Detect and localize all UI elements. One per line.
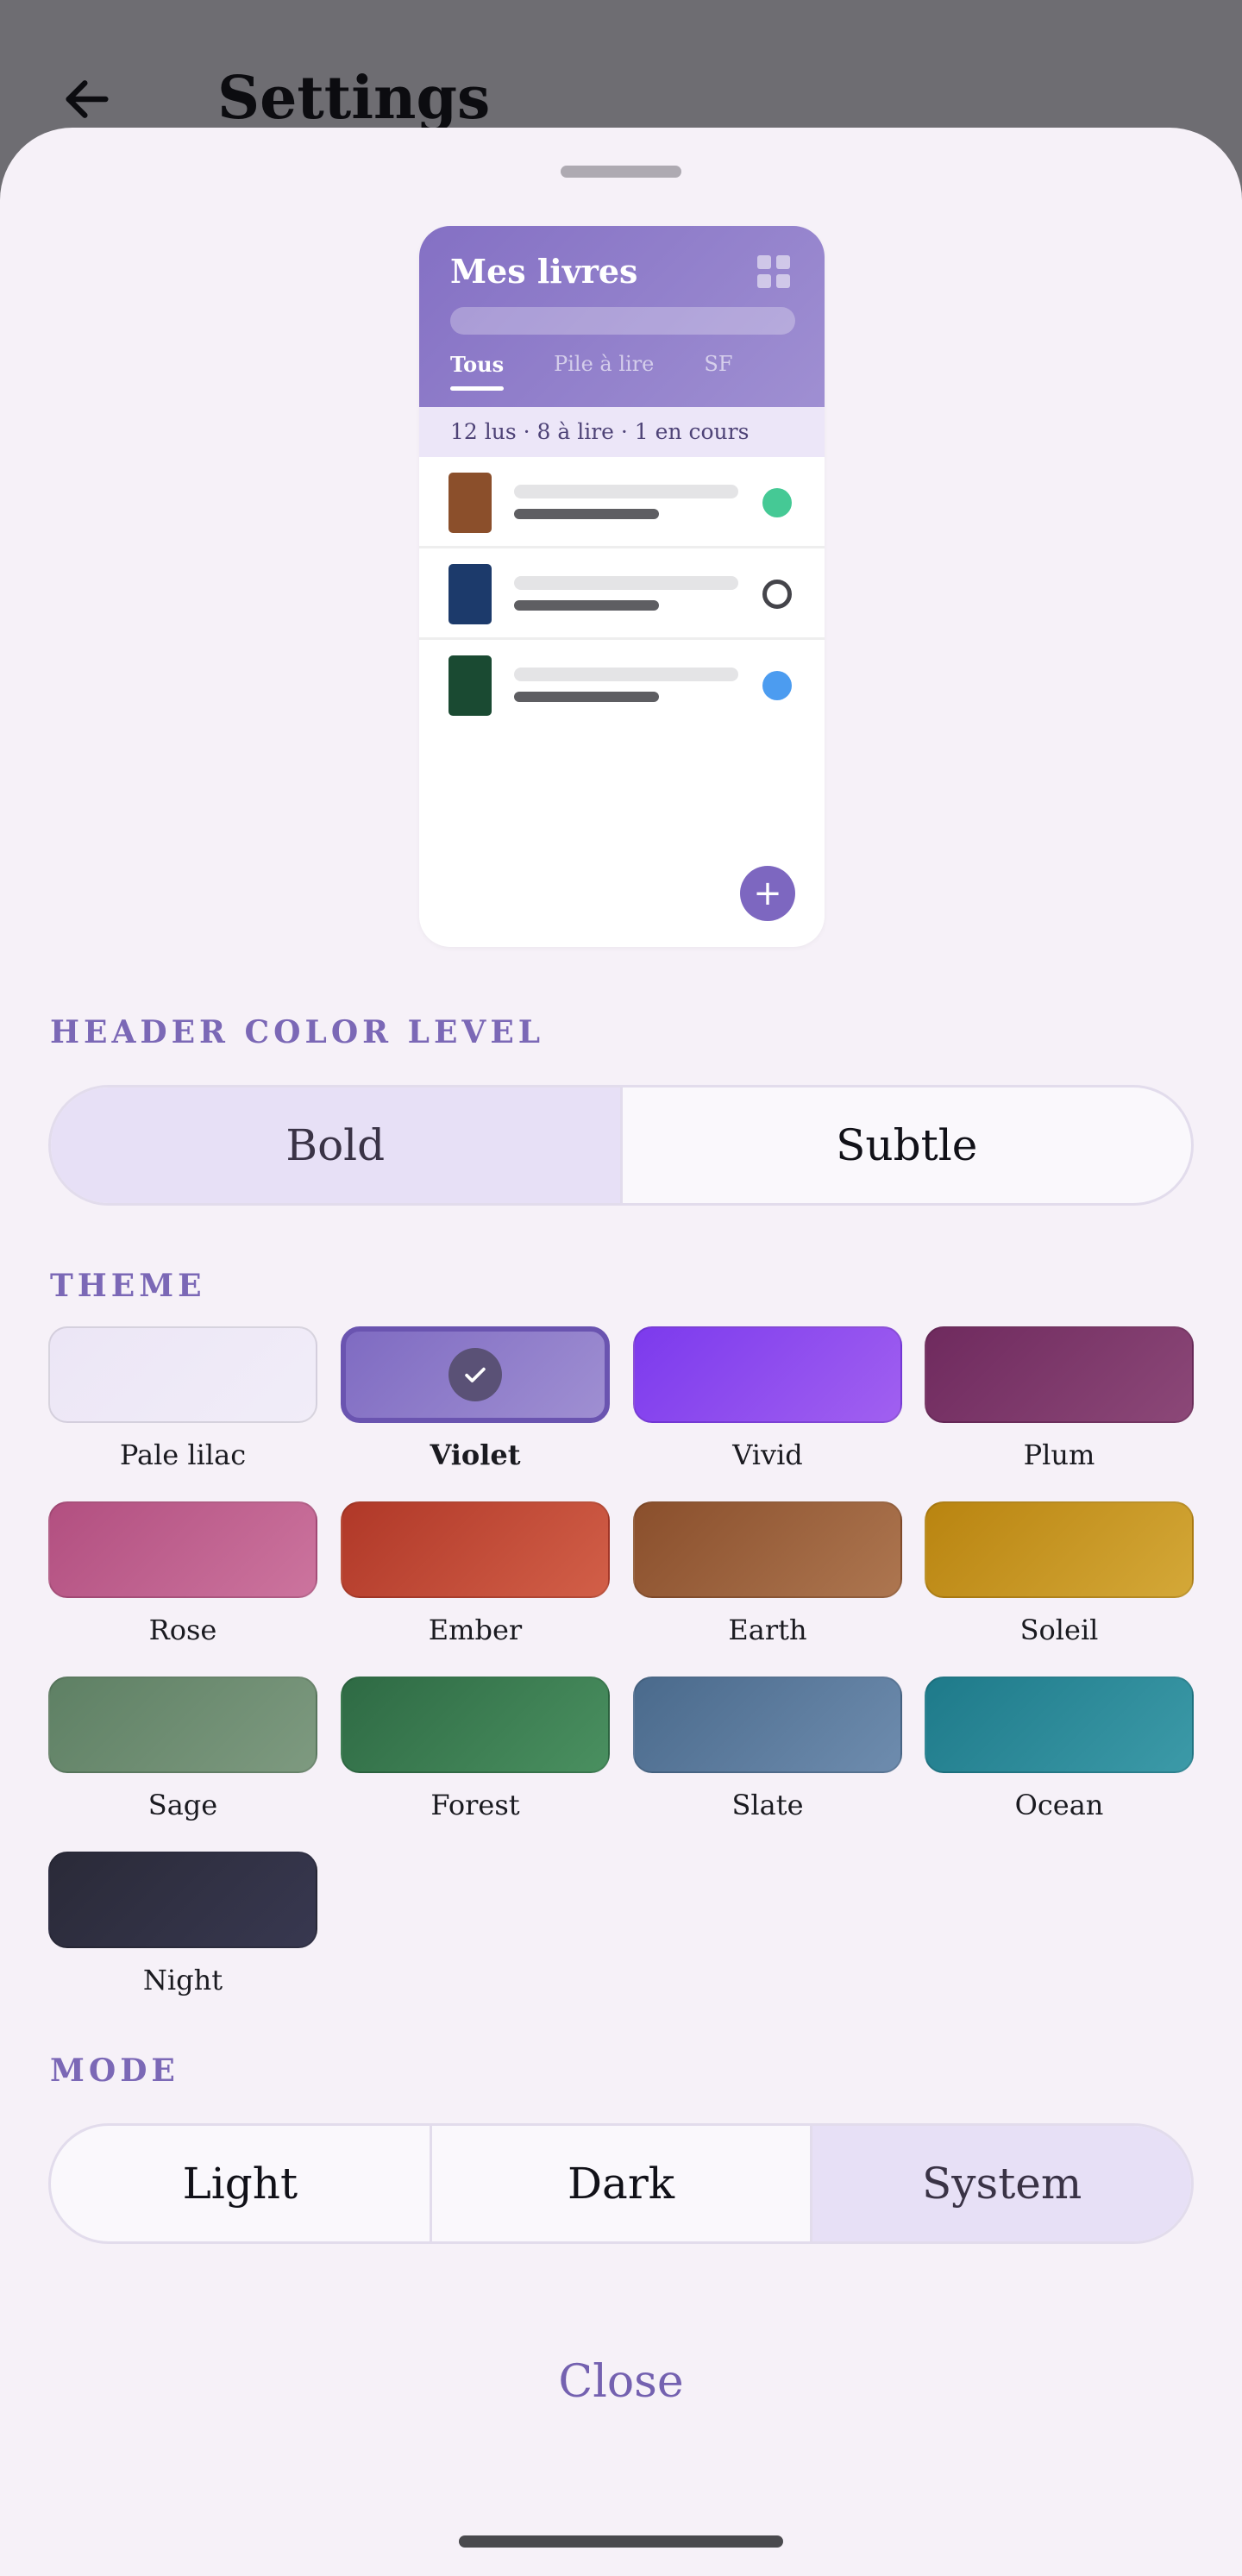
book-author-placeholder — [514, 600, 659, 611]
preview-tab-pile-a-lire: Pile à lire — [554, 352, 655, 376]
back-button[interactable] — [48, 60, 126, 138]
header-level-subtle-button[interactable]: Subtle — [623, 1087, 1192, 1203]
header-color-level-label: HEADER COLOR LEVEL — [50, 1014, 545, 1050]
book-author-placeholder — [514, 509, 659, 519]
mode-toggle: Light Dark System — [48, 2123, 1194, 2244]
page-title: Settings — [217, 64, 491, 133]
preview-search-bar — [450, 307, 795, 335]
theme-swatch-label: Rose — [148, 1614, 217, 1646]
preview-title: Mes livres — [450, 252, 638, 291]
theme-swatch-earth[interactable] — [633, 1501, 902, 1598]
book-cover — [448, 655, 492, 716]
theme-swatch-label: Earth — [728, 1614, 807, 1646]
book-cover — [448, 473, 492, 533]
theme-swatch-soleil[interactable] — [925, 1501, 1194, 1598]
preview-tab-tous: Tous — [450, 352, 505, 391]
theme-swatch-label: Slate — [731, 1789, 804, 1821]
mode-label: MODE — [50, 2053, 179, 2089]
theme-swatch-sage[interactable] — [48, 1677, 317, 1773]
theme-swatch-forest[interactable] — [341, 1677, 610, 1773]
drag-handle[interactable] — [561, 166, 681, 178]
status-dot — [762, 580, 792, 609]
book-title-placeholder — [514, 485, 738, 498]
preview-stats: 12 lus · 8 à lire · 1 en cours — [419, 407, 825, 457]
theme-swatch-label: Forest — [430, 1789, 520, 1821]
theme-swatch-rose[interactable] — [48, 1501, 317, 1598]
home-indicator — [459, 2535, 783, 2548]
grid-view-icon — [757, 255, 790, 288]
theme-swatch-label: Soleil — [1019, 1614, 1099, 1646]
theme-swatch-label: Ocean — [1014, 1789, 1104, 1821]
mode-light-button[interactable]: Light — [51, 2126, 432, 2241]
preview-list-item — [419, 457, 825, 548]
theme-swatch-ember[interactable] — [341, 1501, 610, 1598]
theme-swatch-slate[interactable] — [633, 1677, 902, 1773]
preview-list-item — [419, 640, 825, 731]
theme-swatch-label: Ember — [428, 1614, 523, 1646]
preview-list-item — [419, 548, 825, 640]
theme-swatch-plum[interactable] — [925, 1326, 1194, 1423]
plus-icon: + — [740, 866, 795, 921]
theme-swatch-label: Vivid — [732, 1438, 803, 1471]
theme-swatch-night[interactable] — [48, 1852, 317, 1948]
header-color-level-toggle: Bold Subtle — [48, 1085, 1194, 1206]
theme-swatch-label: Plum — [1023, 1438, 1095, 1471]
book-author-placeholder — [514, 692, 659, 702]
book-title-placeholder — [514, 576, 738, 590]
status-dot — [762, 488, 792, 517]
arrow-left-icon — [66, 80, 109, 118]
theme-label: THEME — [50, 1268, 206, 1304]
mode-dark-button[interactable]: Dark — [432, 2126, 813, 2241]
header-level-bold-button[interactable]: Bold — [51, 1087, 623, 1203]
theme-swatch-ocean[interactable] — [925, 1677, 1194, 1773]
preview-tab-sf: SF — [704, 352, 733, 376]
theme-preview: Mes livres Tous Pile à lire SF 12 lus · … — [419, 226, 825, 947]
theme-swatch-label: Pale lilac — [119, 1438, 247, 1471]
preview-tabs: Tous Pile à lire SF — [450, 352, 782, 391]
theme-swatch-label: Sage — [147, 1789, 218, 1821]
checkmark-icon — [448, 1348, 502, 1401]
mode-system-button[interactable]: System — [812, 2126, 1191, 2241]
theme-swatch-label: Night — [142, 1964, 223, 1996]
theme-swatch-violet[interactable] — [341, 1326, 610, 1423]
close-button[interactable]: Close — [518, 2347, 724, 2416]
book-cover — [448, 564, 492, 624]
book-title-placeholder — [514, 668, 738, 681]
settings-sheet: Mes livres Tous Pile à lire SF 12 lus · … — [0, 128, 1242, 2576]
preview-header: Mes livres Tous Pile à lire SF — [419, 226, 825, 407]
theme-swatch-vivid[interactable] — [633, 1326, 902, 1423]
theme-swatch-label: Violet — [430, 1438, 521, 1471]
theme-swatch-pale-lilac[interactable] — [48, 1326, 317, 1423]
status-dot — [762, 671, 792, 700]
